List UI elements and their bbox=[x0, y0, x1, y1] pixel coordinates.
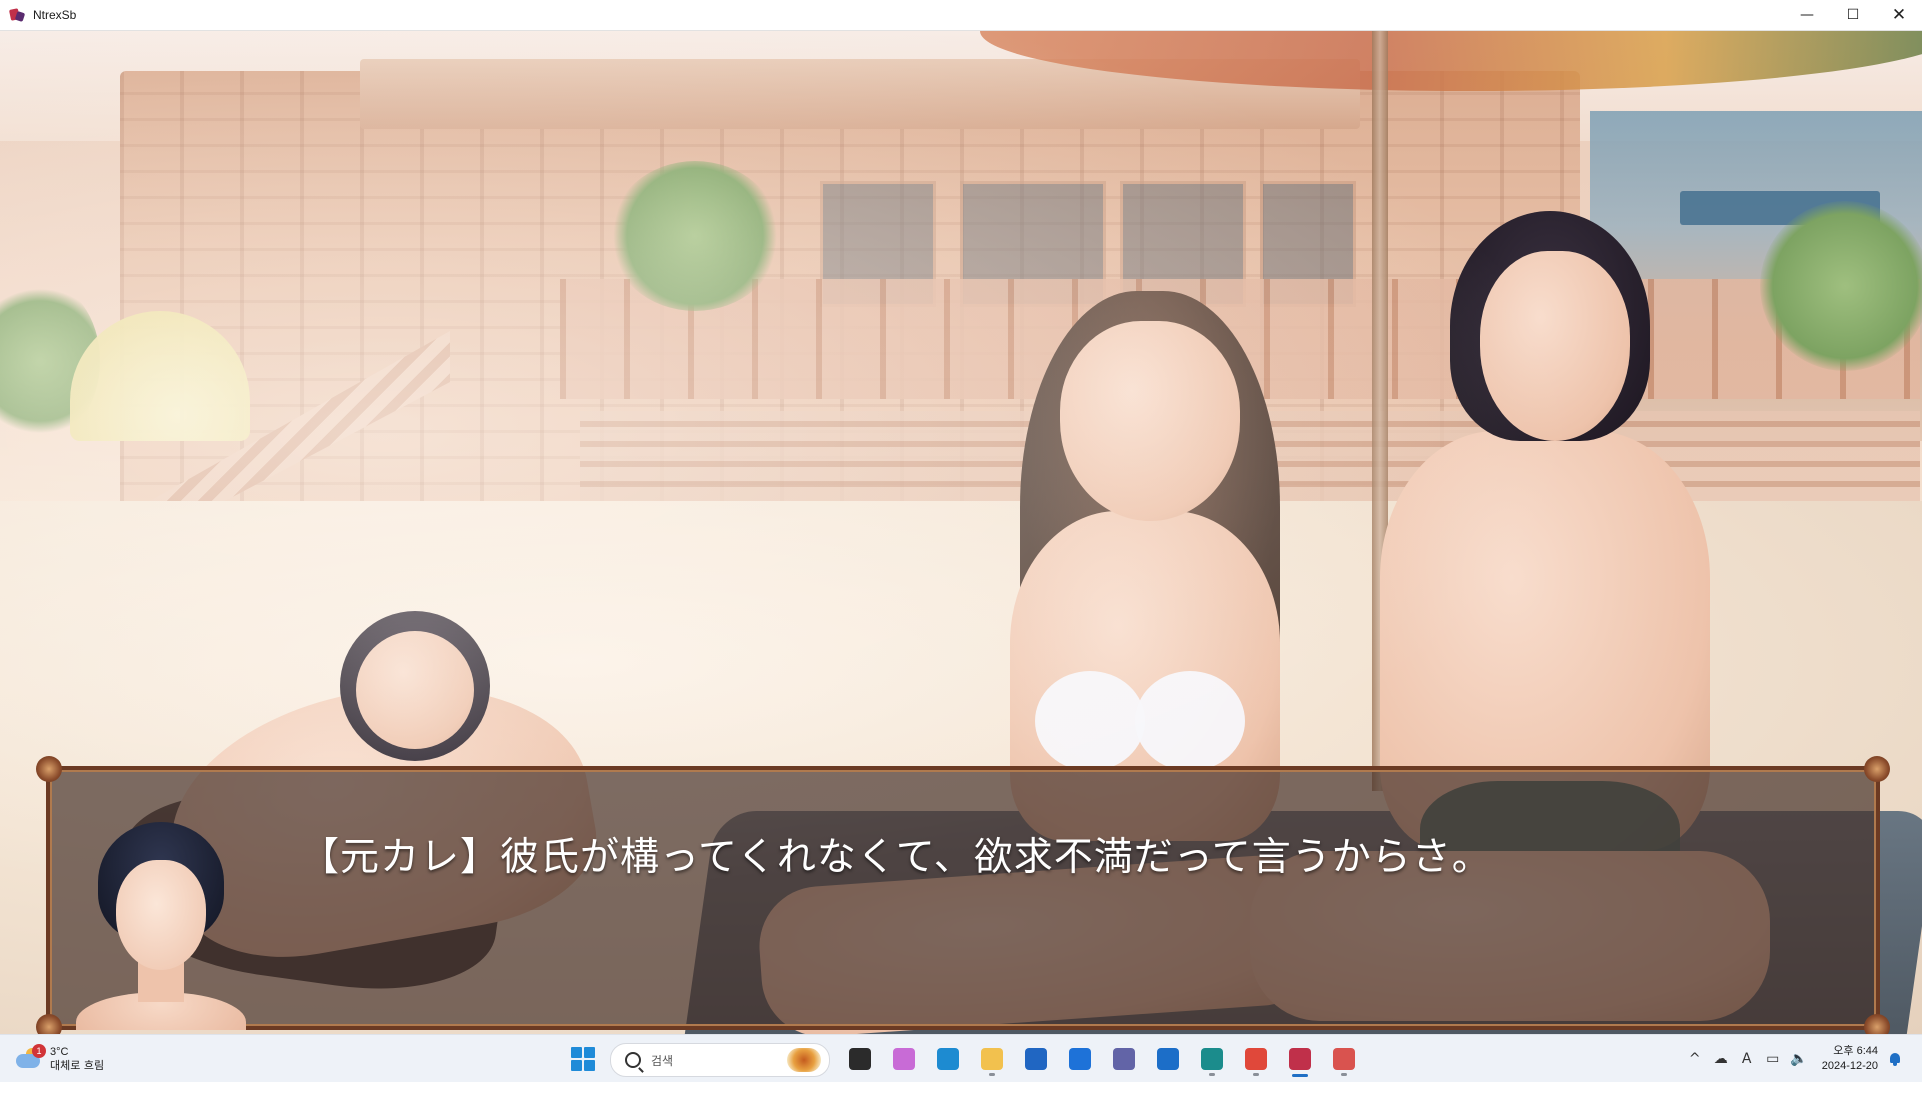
network-icon[interactable]: ▭ bbox=[1760, 1046, 1786, 1072]
search-placeholder: 검색 bbox=[651, 1053, 674, 1068]
taskbar-app-button[interactable] bbox=[1278, 1041, 1322, 1077]
teams-icon bbox=[1113, 1048, 1135, 1070]
task-view-icon bbox=[849, 1048, 871, 1070]
portrait-face bbox=[116, 860, 206, 970]
app-arrow-icon bbox=[1069, 1048, 1091, 1070]
search-icon bbox=[625, 1052, 641, 1068]
edge-icon bbox=[937, 1048, 959, 1070]
app-s-icon bbox=[1201, 1048, 1223, 1070]
ntrexsb-app-icon bbox=[8, 6, 26, 24]
speaker-portrait bbox=[76, 822, 246, 1030]
maximize-button[interactable]: ☐ bbox=[1830, 0, 1876, 30]
windows-taskbar: 1 3°C 대체로 흐림 검색 ^ ☁ A ▭ 🔈 오후 6:44 2024-1… bbox=[0, 1034, 1922, 1083]
notification-badge: 1 bbox=[32, 1044, 46, 1058]
notification-bell-icon[interactable] bbox=[1888, 1052, 1902, 1066]
onedrive-icon[interactable]: ☁ bbox=[1708, 1046, 1734, 1072]
chrome-icon bbox=[1245, 1048, 1267, 1070]
weather-cloud-icon: 1 bbox=[14, 1044, 46, 1070]
file-explorer-icon bbox=[981, 1048, 1003, 1070]
volume-icon[interactable]: 🔈 bbox=[1786, 1046, 1812, 1072]
window-titlebar[interactable]: NtrexSb — ☐ ✕ bbox=[0, 0, 1922, 31]
weather-widget[interactable]: 1 3°C 대체로 흐림 bbox=[14, 1041, 104, 1077]
mail-icon bbox=[1157, 1048, 1179, 1070]
dialogue-box[interactable]: 【元カレ】彼氏が構ってくれなくて、欲求不満だって言うからさ。 bbox=[36, 756, 1890, 1040]
character-lying-face bbox=[356, 631, 474, 749]
taskbar-app-button[interactable] bbox=[1234, 1041, 1278, 1077]
store-icon bbox=[1025, 1048, 1047, 1070]
character-girl-swimsuit bbox=[1135, 671, 1245, 771]
character-girl-face bbox=[1060, 321, 1240, 521]
taskbar-app-button[interactable] bbox=[838, 1041, 882, 1077]
taskbar-app-button[interactable] bbox=[1322, 1041, 1366, 1077]
clock-date: 2024-12-20 bbox=[1821, 1060, 1878, 1072]
minimize-button[interactable]: — bbox=[1784, 0, 1830, 30]
system-tray: ^ ☁ A ▭ 🔈 오후 6:44 2024-12-20 bbox=[1682, 1041, 1902, 1077]
taskbar-app-button[interactable] bbox=[970, 1041, 1014, 1077]
dialogue-corner-ornament bbox=[1864, 756, 1890, 782]
taskbar-search[interactable]: 검색 bbox=[610, 1043, 830, 1077]
copilot-icon bbox=[893, 1048, 915, 1070]
dialogue-corner-ornament bbox=[36, 756, 62, 782]
taskbar-app-button[interactable] bbox=[1102, 1041, 1146, 1077]
weather-description: 대체로 흐림 bbox=[50, 1059, 105, 1072]
taskbar-apps bbox=[838, 1041, 1366, 1077]
taskbar-app-button[interactable] bbox=[1190, 1041, 1234, 1077]
weather-temperature: 3°C bbox=[50, 1046, 69, 1058]
character-girl-swimsuit bbox=[1035, 671, 1145, 771]
clock[interactable]: 오후 6:44 2024-12-20 bbox=[1822, 1044, 1878, 1074]
screen-bottom-strip bbox=[0, 1082, 1922, 1112]
window-controls: — ☐ ✕ bbox=[1784, 0, 1922, 30]
character-man-face bbox=[1480, 251, 1630, 441]
clock-time: 오후 6:44 bbox=[1833, 1045, 1878, 1057]
scene-palm bbox=[610, 161, 780, 311]
tray-overflow-icon[interactable]: ^ bbox=[1682, 1046, 1708, 1072]
close-button[interactable]: ✕ bbox=[1876, 0, 1922, 30]
search-highlight-icon bbox=[787, 1048, 821, 1072]
taskbar-app-button[interactable] bbox=[1146, 1041, 1190, 1077]
dialogue-text: 【元カレ】彼氏が構ってくれなくて、欲求不満だって言うからさ。 bbox=[300, 835, 1492, 880]
taskbar-app-button[interactable] bbox=[1058, 1041, 1102, 1077]
ime-icon[interactable]: A bbox=[1734, 1046, 1760, 1072]
snip-icon bbox=[1333, 1048, 1355, 1070]
window-title: NtrexSb bbox=[33, 8, 77, 22]
taskbar-app-button[interactable] bbox=[926, 1041, 970, 1077]
start-button[interactable] bbox=[571, 1047, 595, 1071]
ntrexsb-icon bbox=[1289, 1048, 1311, 1070]
taskbar-app-button[interactable] bbox=[882, 1041, 926, 1077]
taskbar-app-button[interactable] bbox=[1014, 1041, 1058, 1077]
scene-palm bbox=[1760, 201, 1922, 371]
